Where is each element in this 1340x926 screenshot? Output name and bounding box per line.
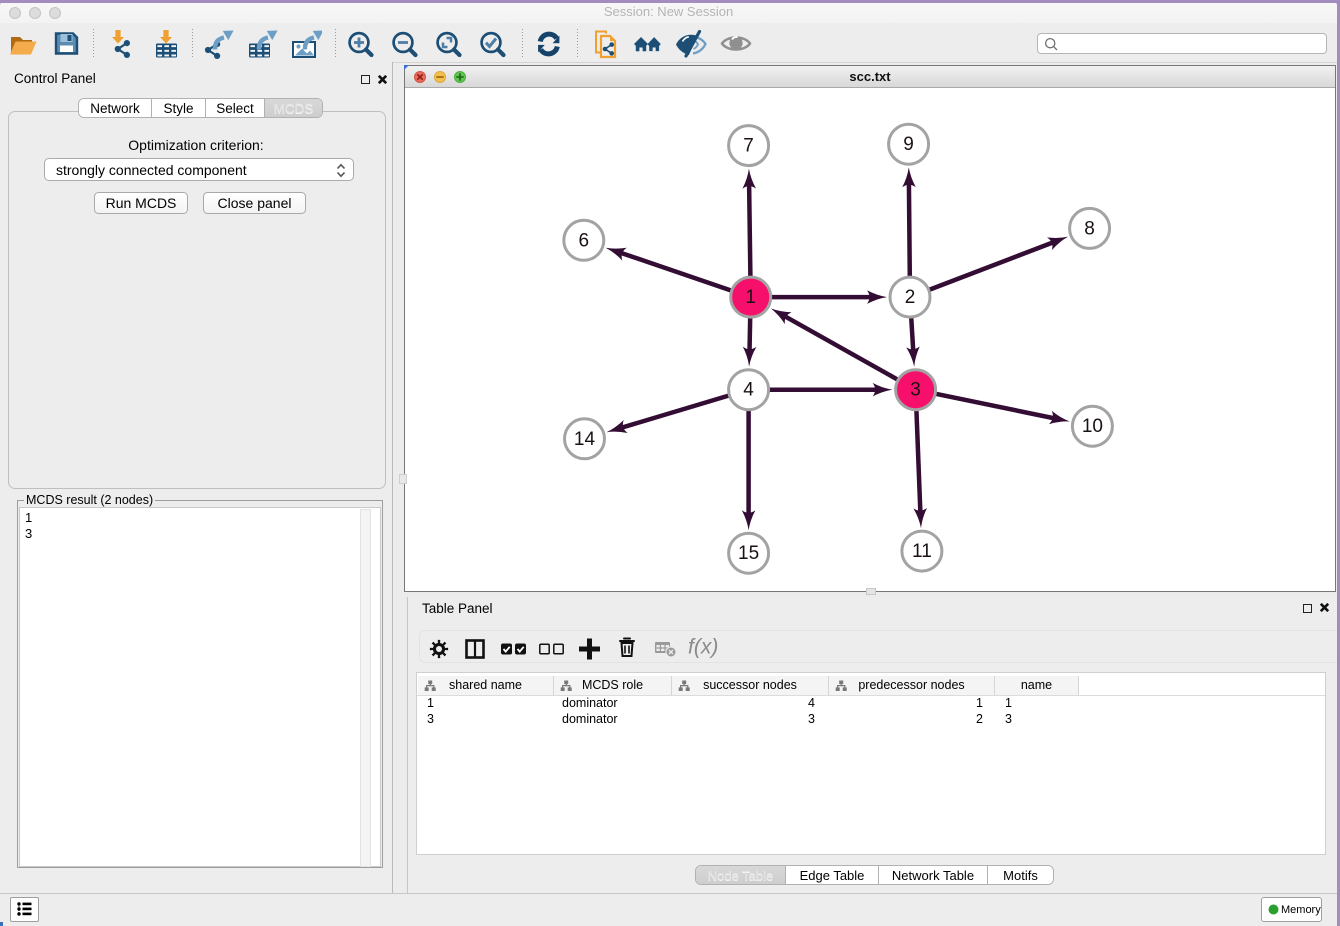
svg-text:7: 7 — [743, 136, 754, 157]
svg-text:14: 14 — [574, 429, 596, 450]
svg-text:9: 9 — [903, 134, 914, 155]
svg-text:8: 8 — [1084, 218, 1095, 239]
svg-text:3: 3 — [910, 380, 921, 401]
svg-text:10: 10 — [1082, 416, 1103, 437]
svg-text:1: 1 — [745, 287, 756, 308]
svg-text:11: 11 — [912, 541, 932, 562]
svg-text:2: 2 — [905, 287, 916, 308]
svg-text:f(x): f(x) — [688, 635, 718, 658]
svg-text:4: 4 — [743, 380, 754, 401]
svg-text:6: 6 — [579, 230, 590, 251]
svg-text:15: 15 — [738, 543, 759, 564]
